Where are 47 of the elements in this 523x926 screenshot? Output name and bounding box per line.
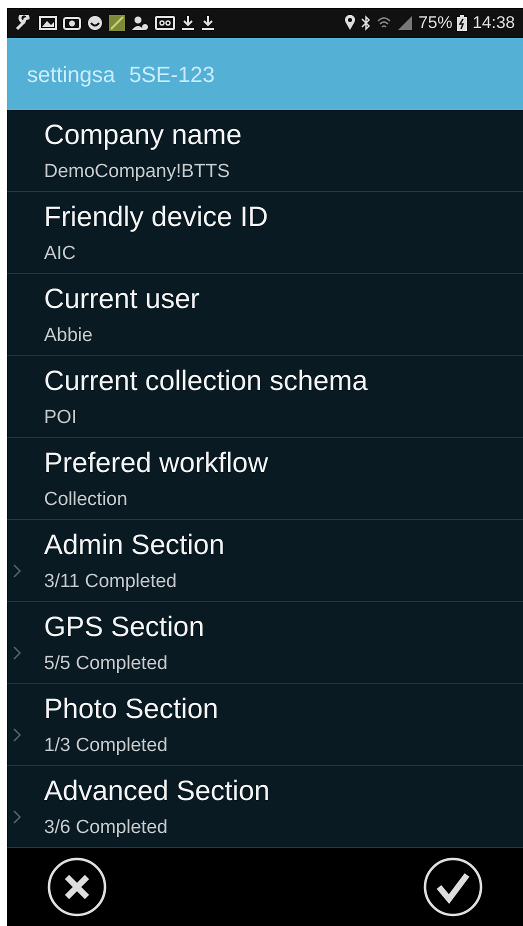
setting-summary: Collection — [44, 488, 128, 512]
setting-summary: DemoCompany!BTTS — [44, 160, 231, 184]
settings-item[interactable]: Current user Abbie — [7, 274, 523, 356]
settings-item[interactable]: GPS Section 5/5 Completed — [7, 602, 523, 684]
setting-title: GPS Section — [44, 610, 206, 644]
face-icon — [87, 15, 103, 31]
settings-item[interactable]: Friendly device ID AIC — [7, 192, 523, 274]
chevron-icon — [13, 646, 21, 660]
chevron-icon — [13, 564, 21, 578]
battery-percent: 75% — [418, 12, 452, 34]
setting-summary: 3/6 Completed — [44, 816, 169, 840]
settings-item[interactable]: Company name DemoCompany!BTTS — [7, 110, 523, 192]
download-icon — [181, 15, 195, 31]
setting-summary: POI — [44, 406, 78, 430]
settings-item[interactable]: Current collection schema POI — [7, 356, 523, 438]
clock: 14:38 — [472, 12, 515, 34]
confirm-button[interactable] — [423, 857, 483, 917]
chevron-icon — [13, 810, 21, 824]
setting-title: Photo Section — [44, 692, 220, 726]
settings-item[interactable]: Admin Section 3/11 Completed — [7, 520, 523, 602]
settings-item[interactable]: Prefered workflow Collection — [7, 438, 523, 520]
battery-icon — [457, 15, 468, 31]
image-icon — [39, 15, 57, 31]
location-icon — [344, 15, 356, 31]
setting-title: Advanced Section — [44, 774, 271, 808]
user-icon — [131, 15, 149, 31]
cancel-button[interactable] — [47, 857, 107, 917]
setting-title: Admin Section — [44, 528, 226, 562]
setting-title: Current user — [44, 282, 201, 316]
chevron-icon — [13, 728, 21, 742]
voicemail-icon — [155, 16, 175, 30]
setting-summary: 1/3 Completed — [44, 734, 169, 758]
setting-summary: 3/11 Completed — [44, 570, 178, 594]
signal-icon — [397, 15, 414, 31]
setting-title: Friendly device ID — [44, 200, 270, 234]
setting-summary: Abbie — [44, 324, 94, 348]
camera-icon — [63, 15, 81, 31]
app-title: settingsa — [27, 60, 116, 89]
setting-title: Current collection schema — [44, 364, 369, 398]
app-subtitle: 5SE-123 — [129, 60, 215, 88]
settings-item[interactable]: Photo Section 1/3 Completed — [7, 684, 523, 766]
setting-title: Prefered workflow — [44, 446, 270, 480]
setting-summary: AIC — [44, 242, 77, 266]
bluetooth-icon — [361, 15, 372, 31]
setting-summary: 5/5 Completed — [44, 652, 169, 676]
download-icon — [201, 15, 215, 31]
setting-title: Company name — [44, 118, 243, 152]
